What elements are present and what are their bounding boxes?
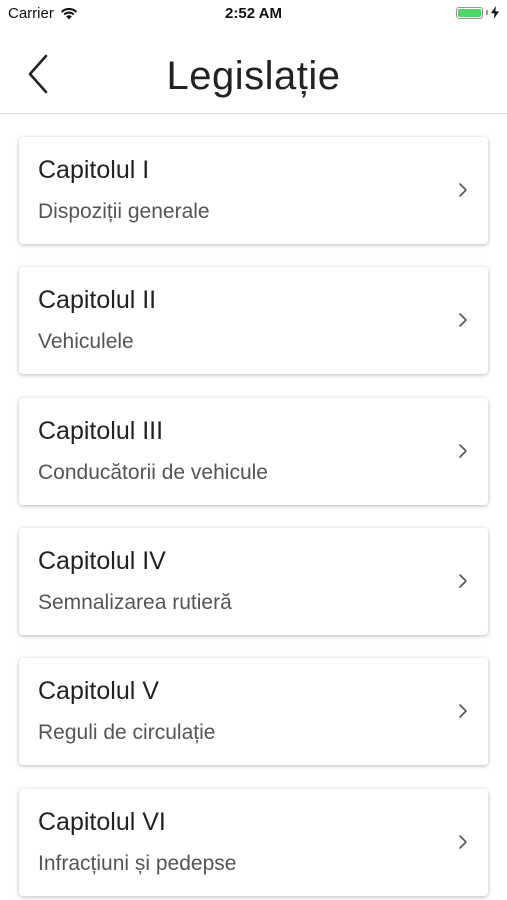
battery-full-icon <box>456 6 483 19</box>
chapter-card-5[interactable]: Capitolul V Reguli de circulație <box>19 658 488 765</box>
chevron-right-icon <box>459 835 467 849</box>
chapter-card-2[interactable]: Capitolul II Vehiculele <box>19 267 488 374</box>
chapter-card-3[interactable]: Capitolul III Conducătorii de vehicule <box>19 398 488 505</box>
chapter-card-6[interactable]: Capitolul VI Infracțiuni și pedepse <box>19 789 488 896</box>
chapter-title: Capitolul IV <box>38 547 166 575</box>
battery-group <box>456 6 499 19</box>
bolt-icon <box>491 6 499 19</box>
chapter-card-4[interactable]: Capitolul IV Semnalizarea rutieră <box>19 528 488 635</box>
chevron-right-icon <box>459 704 467 718</box>
chapter-subtitle: Semnalizarea rutieră <box>38 591 232 614</box>
navigation-bar: Legislație <box>0 30 507 114</box>
chevron-right-icon <box>459 574 467 588</box>
chapter-subtitle: Infracțiuni și pedepse <box>38 852 237 875</box>
status-time: 2:52 AM <box>225 5 282 22</box>
chapter-subtitle: Reguli de circulație <box>38 721 216 744</box>
chapter-card-1[interactable]: Capitolul I Dispoziții generale <box>19 137 488 244</box>
page-title: Legislație <box>166 54 341 98</box>
battery-cap <box>486 10 488 15</box>
chapter-title: Capitolul II <box>38 286 157 314</box>
chapter-subtitle: Conducătorii de vehicule <box>38 461 268 484</box>
status-bar: Carrier 2:52 AM <box>0 0 507 30</box>
chapter-subtitle: Vehiculele <box>38 330 134 353</box>
chevron-right-icon <box>459 183 467 197</box>
chapter-title: Capitolul I <box>38 156 150 184</box>
chapter-title: Capitolul V <box>38 677 159 705</box>
chapter-title: Capitolul III <box>38 417 164 445</box>
battery-level-fill <box>458 8 481 17</box>
chevron-right-icon <box>459 313 467 327</box>
chapter-subtitle: Dispoziții generale <box>38 200 210 223</box>
chapter-title: Capitolul VI <box>38 808 166 836</box>
chevron-right-icon <box>459 444 467 458</box>
